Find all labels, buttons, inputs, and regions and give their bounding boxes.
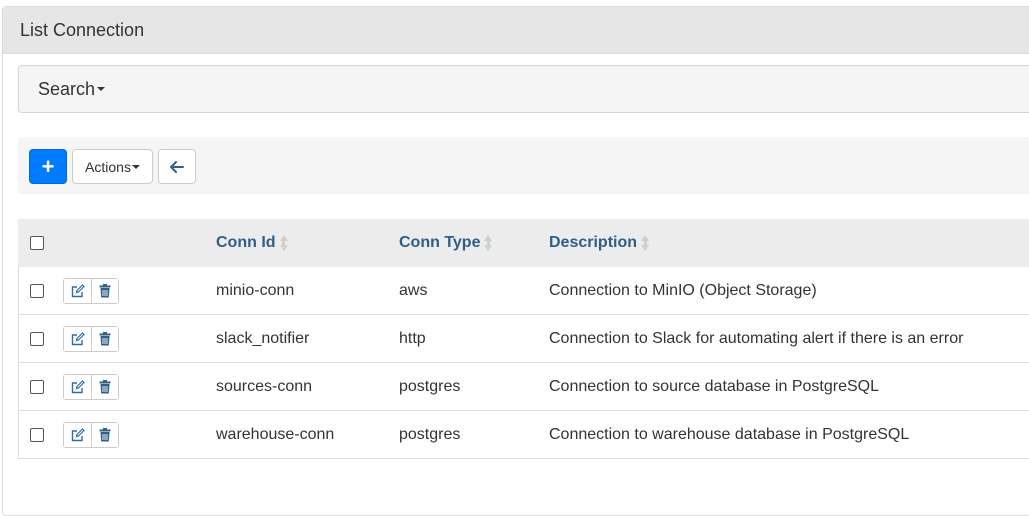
trash-icon <box>99 331 111 345</box>
cell-conn-type: http <box>399 329 426 347</box>
column-header-conn-type[interactable]: Conn Type <box>399 219 493 267</box>
row-checkbox[interactable] <box>30 283 44 298</box>
row-actions <box>63 421 119 448</box>
edit-icon <box>71 379 85 393</box>
caret-down-icon <box>97 87 106 91</box>
panel-title: List Connection <box>3 7 1029 54</box>
cell-description: Connection to Slack for automating alert… <box>549 329 964 347</box>
cell-conn-type: postgres <box>399 377 461 395</box>
sort-icon <box>279 235 288 251</box>
table-body: minio-conn aws Connection to MinIO (Obje… <box>18 267 1029 459</box>
actions-dropdown-button[interactable]: Actions <box>72 149 153 184</box>
edit-button[interactable] <box>64 278 91 303</box>
row-actions <box>63 325 119 352</box>
table-row: sources-conn postgres Connection to sour… <box>19 363 1029 411</box>
trash-icon <box>99 379 111 393</box>
cell-conn-type: postgres <box>399 425 461 443</box>
toolbar: + Actions <box>18 137 1029 194</box>
caret-down-icon <box>131 164 140 169</box>
back-button[interactable] <box>158 149 196 184</box>
table-row: warehouse-conn postgres Connection to wa… <box>19 411 1029 459</box>
edit-button[interactable] <box>64 326 91 351</box>
sort-icon <box>641 235 650 251</box>
table-header-row: Conn Id Conn Type Description <box>18 219 1029 267</box>
header-description-label: Description <box>549 234 638 251</box>
delete-button[interactable] <box>91 422 118 447</box>
table-row: minio-conn aws Connection to MinIO (Obje… <box>19 267 1029 315</box>
cell-conn-id: warehouse-conn <box>216 425 335 443</box>
cell-description: Connection to source database in Postgre… <box>549 377 879 395</box>
edit-button[interactable] <box>64 374 91 399</box>
search-dropdown[interactable]: Search <box>18 65 1029 113</box>
cell-conn-id: slack_notifier <box>216 329 310 347</box>
select-all-checkbox[interactable] <box>30 236 44 250</box>
edit-icon <box>71 283 85 297</box>
delete-button[interactable] <box>91 278 118 303</box>
cell-description: Connection to MinIO (Object Storage) <box>549 281 817 299</box>
trash-icon <box>99 283 111 297</box>
search-label: Search <box>38 78 96 99</box>
cell-description: Connection to warehouse database in Post… <box>549 425 910 443</box>
header-conn-id-label: Conn Id <box>216 234 276 251</box>
row-actions <box>63 373 119 400</box>
column-header-description[interactable]: Description <box>549 219 650 267</box>
table-row: slack_notifier http Connection to Slack … <box>19 315 1029 363</box>
row-actions <box>63 277 119 304</box>
cell-conn-id: sources-conn <box>216 377 313 395</box>
edit-icon <box>71 331 85 345</box>
edit-icon <box>71 427 85 441</box>
sort-icon <box>484 235 493 251</box>
row-checkbox[interactable] <box>30 331 44 346</box>
delete-button[interactable] <box>91 326 118 351</box>
arrow-left-icon <box>170 160 184 173</box>
edit-button[interactable] <box>64 422 91 447</box>
delete-button[interactable] <box>91 374 118 399</box>
row-checkbox[interactable] <box>30 379 44 394</box>
connections-table: Conn Id Conn Type Description minio-conn… <box>18 219 1029 459</box>
actions-label: Actions <box>85 158 131 175</box>
column-header-conn-id[interactable]: Conn Id <box>216 219 288 267</box>
cell-conn-type: aws <box>399 281 428 299</box>
row-checkbox[interactable] <box>30 427 44 442</box>
add-connection-button[interactable]: + <box>29 149 67 184</box>
cell-conn-id: minio-conn <box>216 281 295 299</box>
trash-icon <box>99 427 111 441</box>
header-conn-type-label: Conn Type <box>399 234 481 251</box>
